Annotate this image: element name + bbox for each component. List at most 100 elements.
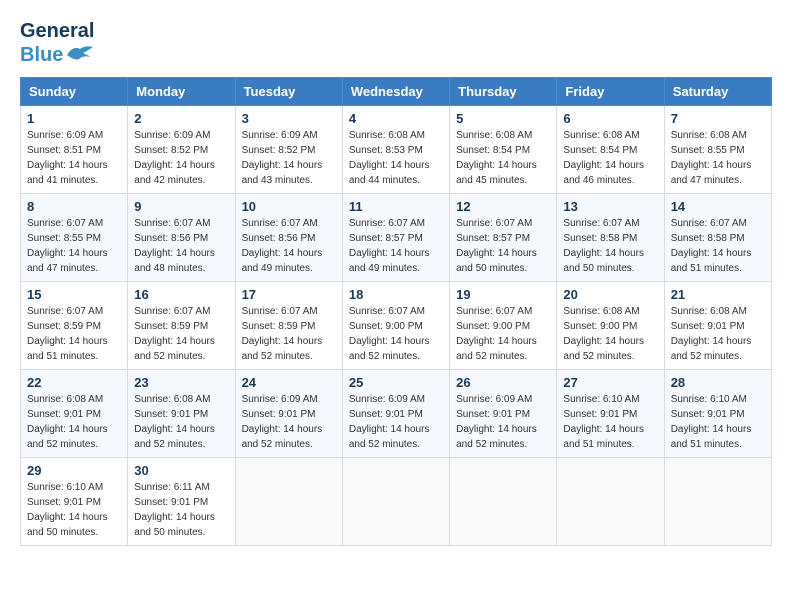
calendar-cell: 8 Sunrise: 6:07 AM Sunset: 8:55 PM Dayli…	[21, 194, 128, 282]
day-info: Sunrise: 6:08 AM Sunset: 8:54 PM Dayligh…	[563, 128, 657, 188]
logo-blue: Blue	[20, 44, 63, 67]
calendar-cell: 29 Sunrise: 6:10 AM Sunset: 9:01 PM Dayl…	[21, 458, 128, 546]
weekday-header-monday: Monday	[128, 78, 235, 106]
calendar-cell: 22 Sunrise: 6:08 AM Sunset: 9:01 PM Dayl…	[21, 370, 128, 458]
day-info: Sunrise: 6:10 AM Sunset: 9:01 PM Dayligh…	[563, 392, 657, 452]
calendar-cell: 24 Sunrise: 6:09 AM Sunset: 9:01 PM Dayl…	[235, 370, 342, 458]
day-number: 17	[242, 287, 336, 302]
calendar-week-3: 15 Sunrise: 6:07 AM Sunset: 8:59 PM Dayl…	[21, 282, 772, 370]
calendar-cell: 30 Sunrise: 6:11 AM Sunset: 9:01 PM Dayl…	[128, 458, 235, 546]
day-number: 21	[671, 287, 765, 302]
calendar-cell: 3 Sunrise: 6:09 AM Sunset: 8:52 PM Dayli…	[235, 106, 342, 194]
day-number: 25	[349, 375, 443, 390]
day-info: Sunrise: 6:09 AM Sunset: 8:52 PM Dayligh…	[242, 128, 336, 188]
calendar-cell: 12 Sunrise: 6:07 AM Sunset: 8:57 PM Dayl…	[450, 194, 557, 282]
calendar-cell	[557, 458, 664, 546]
day-number: 6	[563, 111, 657, 126]
calendar-cell: 18 Sunrise: 6:07 AM Sunset: 9:00 PM Dayl…	[342, 282, 449, 370]
calendar-cell: 23 Sunrise: 6:08 AM Sunset: 9:01 PM Dayl…	[128, 370, 235, 458]
day-number: 11	[349, 199, 443, 214]
day-number: 20	[563, 287, 657, 302]
day-info: Sunrise: 6:10 AM Sunset: 9:01 PM Dayligh…	[671, 392, 765, 452]
calendar-cell: 13 Sunrise: 6:07 AM Sunset: 8:58 PM Dayl…	[557, 194, 664, 282]
day-info: Sunrise: 6:09 AM Sunset: 9:01 PM Dayligh…	[349, 392, 443, 452]
calendar-cell: 10 Sunrise: 6:07 AM Sunset: 8:56 PM Dayl…	[235, 194, 342, 282]
day-info: Sunrise: 6:10 AM Sunset: 9:01 PM Dayligh…	[27, 480, 121, 540]
calendar-cell	[664, 458, 771, 546]
calendar-table: SundayMondayTuesdayWednesdayThursdayFrid…	[20, 77, 772, 546]
day-number: 9	[134, 199, 228, 214]
calendar-header-row: SundayMondayTuesdayWednesdayThursdayFrid…	[21, 78, 772, 106]
calendar-cell: 28 Sunrise: 6:10 AM Sunset: 9:01 PM Dayl…	[664, 370, 771, 458]
day-info: Sunrise: 6:07 AM Sunset: 9:00 PM Dayligh…	[456, 304, 550, 364]
calendar-cell: 6 Sunrise: 6:08 AM Sunset: 8:54 PM Dayli…	[557, 106, 664, 194]
day-info: Sunrise: 6:08 AM Sunset: 9:00 PM Dayligh…	[563, 304, 657, 364]
day-info: Sunrise: 6:09 AM Sunset: 9:01 PM Dayligh…	[242, 392, 336, 452]
calendar-cell: 15 Sunrise: 6:07 AM Sunset: 8:59 PM Dayl…	[21, 282, 128, 370]
day-number: 26	[456, 375, 550, 390]
calendar-cell: 11 Sunrise: 6:07 AM Sunset: 8:57 PM Dayl…	[342, 194, 449, 282]
day-info: Sunrise: 6:08 AM Sunset: 9:01 PM Dayligh…	[134, 392, 228, 452]
day-info: Sunrise: 6:07 AM Sunset: 8:57 PM Dayligh…	[349, 216, 443, 276]
day-info: Sunrise: 6:08 AM Sunset: 8:54 PM Dayligh…	[456, 128, 550, 188]
day-info: Sunrise: 6:09 AM Sunset: 9:01 PM Dayligh…	[456, 392, 550, 452]
logo-bird-icon	[65, 43, 95, 63]
calendar-cell: 27 Sunrise: 6:10 AM Sunset: 9:01 PM Dayl…	[557, 370, 664, 458]
day-number: 14	[671, 199, 765, 214]
day-info: Sunrise: 6:08 AM Sunset: 9:01 PM Dayligh…	[671, 304, 765, 364]
calendar-cell: 7 Sunrise: 6:08 AM Sunset: 8:55 PM Dayli…	[664, 106, 771, 194]
day-number: 19	[456, 287, 550, 302]
day-info: Sunrise: 6:07 AM Sunset: 8:58 PM Dayligh…	[563, 216, 657, 276]
weekday-header-wednesday: Wednesday	[342, 78, 449, 106]
calendar-week-4: 22 Sunrise: 6:08 AM Sunset: 9:01 PM Dayl…	[21, 370, 772, 458]
day-info: Sunrise: 6:07 AM Sunset: 8:56 PM Dayligh…	[242, 216, 336, 276]
calendar-week-1: 1 Sunrise: 6:09 AM Sunset: 8:51 PM Dayli…	[21, 106, 772, 194]
day-number: 15	[27, 287, 121, 302]
day-info: Sunrise: 6:07 AM Sunset: 8:58 PM Dayligh…	[671, 216, 765, 276]
day-number: 29	[27, 463, 121, 478]
day-number: 10	[242, 199, 336, 214]
weekday-header-sunday: Sunday	[21, 78, 128, 106]
day-number: 12	[456, 199, 550, 214]
calendar-cell: 19 Sunrise: 6:07 AM Sunset: 9:00 PM Dayl…	[450, 282, 557, 370]
logo-text: General	[20, 20, 95, 43]
day-info: Sunrise: 6:07 AM Sunset: 8:59 PM Dayligh…	[134, 304, 228, 364]
weekday-header-saturday: Saturday	[664, 78, 771, 106]
day-number: 5	[456, 111, 550, 126]
day-number: 23	[134, 375, 228, 390]
calendar-week-5: 29 Sunrise: 6:10 AM Sunset: 9:01 PM Dayl…	[21, 458, 772, 546]
day-info: Sunrise: 6:08 AM Sunset: 8:55 PM Dayligh…	[671, 128, 765, 188]
day-number: 13	[563, 199, 657, 214]
day-info: Sunrise: 6:07 AM Sunset: 8:55 PM Dayligh…	[27, 216, 121, 276]
day-number: 7	[671, 111, 765, 126]
day-number: 1	[27, 111, 121, 126]
weekday-header-thursday: Thursday	[450, 78, 557, 106]
logo: General Blue	[20, 20, 95, 67]
calendar-cell: 25 Sunrise: 6:09 AM Sunset: 9:01 PM Dayl…	[342, 370, 449, 458]
page-header: General Blue	[20, 20, 772, 67]
day-number: 4	[349, 111, 443, 126]
calendar-body: 1 Sunrise: 6:09 AM Sunset: 8:51 PM Dayli…	[21, 106, 772, 546]
day-number: 2	[134, 111, 228, 126]
calendar-cell: 2 Sunrise: 6:09 AM Sunset: 8:52 PM Dayli…	[128, 106, 235, 194]
day-info: Sunrise: 6:07 AM Sunset: 8:57 PM Dayligh…	[456, 216, 550, 276]
day-number: 28	[671, 375, 765, 390]
day-number: 24	[242, 375, 336, 390]
day-info: Sunrise: 6:08 AM Sunset: 9:01 PM Dayligh…	[27, 392, 121, 452]
calendar-cell: 5 Sunrise: 6:08 AM Sunset: 8:54 PM Dayli…	[450, 106, 557, 194]
weekday-header-tuesday: Tuesday	[235, 78, 342, 106]
day-info: Sunrise: 6:09 AM Sunset: 8:51 PM Dayligh…	[27, 128, 121, 188]
calendar-cell: 17 Sunrise: 6:07 AM Sunset: 8:59 PM Dayl…	[235, 282, 342, 370]
weekday-header-friday: Friday	[557, 78, 664, 106]
calendar-cell: 16 Sunrise: 6:07 AM Sunset: 8:59 PM Dayl…	[128, 282, 235, 370]
calendar-cell: 14 Sunrise: 6:07 AM Sunset: 8:58 PM Dayl…	[664, 194, 771, 282]
day-info: Sunrise: 6:07 AM Sunset: 8:59 PM Dayligh…	[242, 304, 336, 364]
calendar-week-2: 8 Sunrise: 6:07 AM Sunset: 8:55 PM Dayli…	[21, 194, 772, 282]
day-info: Sunrise: 6:08 AM Sunset: 8:53 PM Dayligh…	[349, 128, 443, 188]
calendar-cell	[342, 458, 449, 546]
calendar-cell: 20 Sunrise: 6:08 AM Sunset: 9:00 PM Dayl…	[557, 282, 664, 370]
calendar-cell: 26 Sunrise: 6:09 AM Sunset: 9:01 PM Dayl…	[450, 370, 557, 458]
day-number: 18	[349, 287, 443, 302]
day-info: Sunrise: 6:11 AM Sunset: 9:01 PM Dayligh…	[134, 480, 228, 540]
day-info: Sunrise: 6:07 AM Sunset: 9:00 PM Dayligh…	[349, 304, 443, 364]
